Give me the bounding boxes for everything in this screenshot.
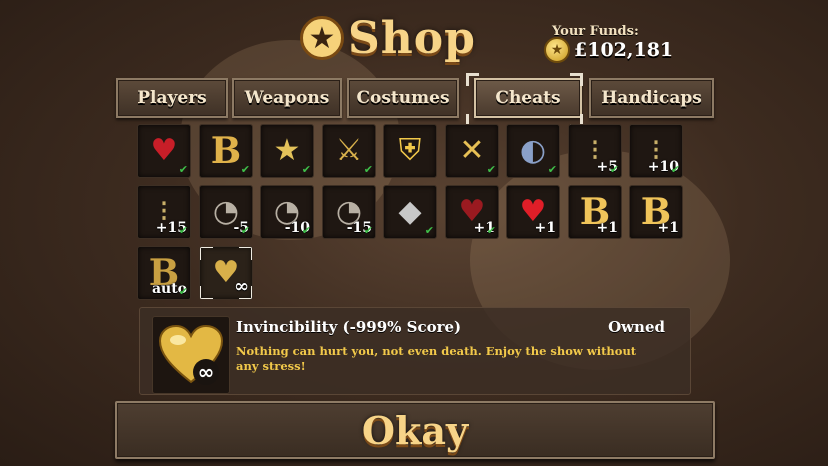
tab-weapons[interactable]: Weapons: [232, 78, 342, 118]
item-info-panel: ∞ Invincibility (-999% Score) Owned Noth…: [139, 307, 691, 395]
owned-check-icon: ✔: [547, 163, 557, 176]
tab-label: Handicaps: [601, 88, 702, 108]
magnet-icon: ◐: [519, 133, 547, 168]
owned-check-icon: ✔: [178, 285, 188, 298]
cheat-item-heart-icon[interactable]: ♥ ✔: [137, 124, 191, 178]
owned-check-icon: ✔: [363, 163, 373, 176]
page-title: Shop: [348, 12, 476, 64]
tab-costumes[interactable]: Costumes: [347, 78, 459, 118]
owned-check-icon: ✔: [301, 224, 311, 237]
item-overlay-label: +1: [657, 220, 679, 236]
cheat-item-speedometer-icon[interactable]: ◔ -10 ✔: [260, 185, 314, 239]
tab-label: Cheats: [495, 88, 561, 108]
funds-value: £102,181: [574, 39, 674, 61]
cheat-item-grid: ♥ ✔ B ✔ ★ ✔ ⚔ ✔ ⛨ ✕ ✔ ◐ ✔ ⁝ +5 ✔ ⁝ +10 ✔ ⁝ +15 ✔ ◔ -5 ✔ ◔ -10 ✔ ◔ -15…: [137, 124, 697, 304]
broken-shield-icon: ✕: [459, 133, 485, 168]
cheat-item-star-icon[interactable]: ★ ✔: [260, 124, 314, 178]
owned-check-icon: ✔: [240, 224, 250, 237]
owned-check-icon: ✔: [670, 163, 680, 176]
cheat-item-heart-icon[interactable]: ♥ +1 ✔: [445, 185, 499, 239]
golden-heart-infinity-icon: ∞: [152, 316, 230, 394]
owned-check-icon: ✔: [486, 163, 496, 176]
shop-title: ★ Shop: [300, 10, 476, 66]
tab-cheats[interactable]: Cheats: [474, 78, 582, 118]
heart-icon: ♥: [150, 133, 178, 168]
selection-bracket: [200, 286, 213, 299]
owned-check-icon: ✔: [301, 163, 311, 176]
svg-text:∞: ∞: [198, 360, 215, 384]
cheat-item-broken-shield-icon[interactable]: ✕ ✔: [445, 124, 499, 178]
selection-bracket: [239, 247, 252, 260]
cheat-item-golden-heart-infinity-icon[interactable]: ♥ ∞: [199, 246, 253, 300]
star-icon: ★: [300, 16, 344, 60]
coin-icon: ★: [544, 37, 570, 63]
owned-check-icon: ✔: [609, 163, 619, 176]
okay-button[interactable]: Okay: [115, 401, 715, 459]
selection-bracket: [239, 286, 252, 299]
cheat-item-speedometer-icon[interactable]: ◔ -5 ✔: [199, 185, 253, 239]
bomb-letter-icon: B: [210, 130, 242, 172]
star-icon: ★: [273, 133, 301, 168]
cheat-item-bomb-letter-icon[interactable]: B +1: [568, 185, 622, 239]
tab-label: Players: [137, 88, 207, 108]
item-name: Invincibility (-999% Score): [236, 318, 462, 336]
diamond-icon: ◆: [398, 194, 422, 229]
cheat-item-shield-icon[interactable]: ⛨: [383, 124, 437, 178]
shield-icon: ⛨: [398, 133, 422, 168]
cheat-item-bomb-letter-icon[interactable]: Bauto ✔: [137, 246, 191, 300]
okay-label: Okay: [361, 407, 469, 453]
selection-bracket: [200, 247, 213, 260]
crossed-swords-icon: ⚔: [335, 133, 363, 168]
cheat-item-diamond-icon[interactable]: ◆ ✔: [383, 185, 437, 239]
item-description: Nothing can hurt you, not even death. En…: [236, 344, 637, 373]
selection-bracket: [570, 73, 583, 86]
tab-players[interactable]: Players: [116, 78, 228, 118]
owned-check-icon: ✔: [363, 224, 373, 237]
cheat-item-bullets-icon[interactable]: ⁝ +10 ✔: [629, 124, 683, 178]
owned-check-icon: ✔: [486, 224, 496, 237]
owned-check-icon: ✔: [240, 163, 250, 176]
cheat-item-speedometer-icon[interactable]: ◔ -15 ✔: [322, 185, 376, 239]
owned-check-icon: ✔: [178, 224, 188, 237]
cheat-item-bullets-icon[interactable]: ⁝ +15 ✔: [137, 185, 191, 239]
item-status: Owned: [608, 318, 665, 336]
owned-check-icon: ✔: [424, 224, 434, 237]
shop-tabs: Players Weapons Costumes Cheats Handicap…: [114, 73, 714, 127]
selection-bracket: [466, 73, 479, 86]
tab-label: Weapons: [244, 88, 330, 108]
funds-display: Your Funds: ★ £102,181: [544, 24, 684, 63]
cheat-item-heart-icon[interactable]: ♥ +1: [506, 185, 560, 239]
item-overlay-label: +1: [596, 220, 618, 236]
owned-check-icon: ✔: [178, 163, 188, 176]
cheat-item-bomb-letter-icon[interactable]: B +1: [629, 185, 683, 239]
cheat-item-crossed-swords-icon[interactable]: ⚔ ✔: [322, 124, 376, 178]
cheat-item-bullets-icon[interactable]: ⁝ +5 ✔: [568, 124, 622, 178]
cheat-item-bomb-letter-icon[interactable]: B ✔: [199, 124, 253, 178]
tab-handicaps[interactable]: Handicaps: [589, 78, 714, 118]
cheat-item-magnet-icon[interactable]: ◐ ✔: [506, 124, 560, 178]
tab-label: Costumes: [356, 88, 450, 108]
item-overlay-label: +1: [534, 220, 556, 236]
